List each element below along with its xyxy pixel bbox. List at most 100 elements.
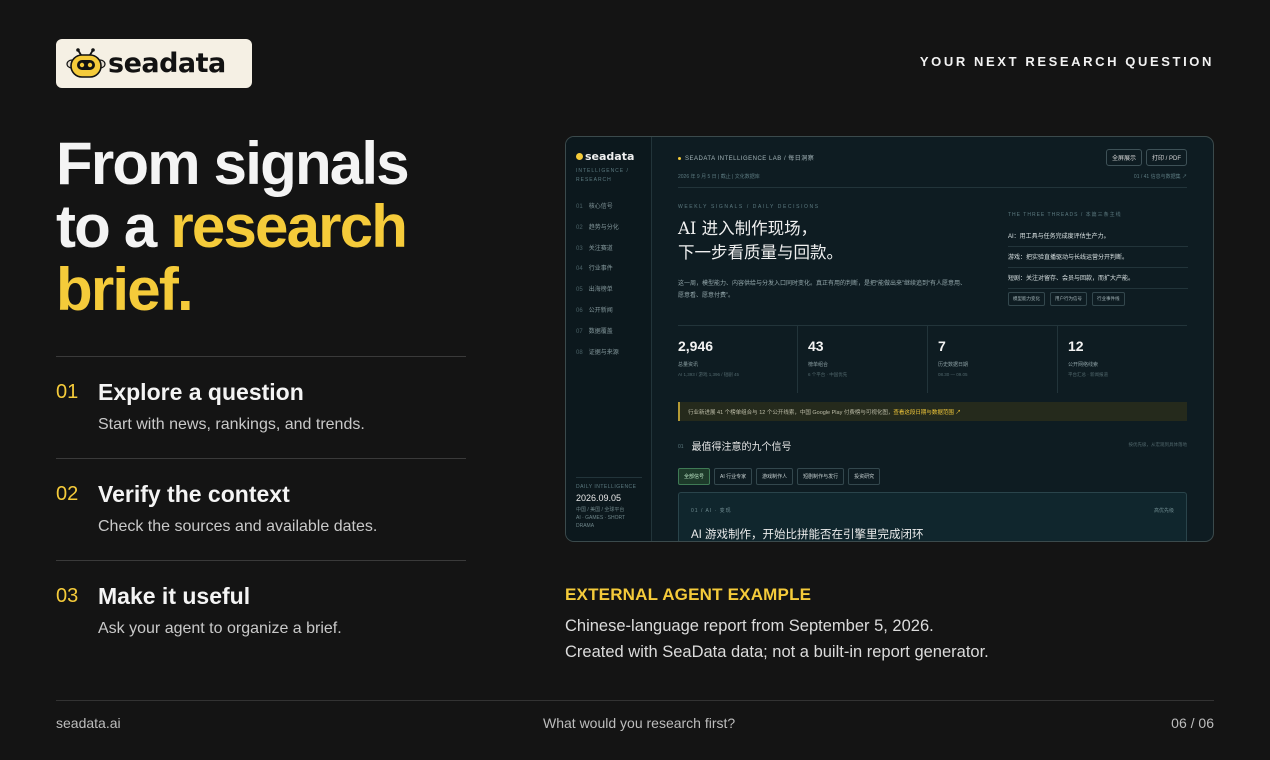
print-pdf-button[interactable]: 打印 / PDF bbox=[1145, 149, 1187, 166]
stat-item: 12 公开网络线索 平台汇总 · 新闻报道 bbox=[1058, 326, 1187, 393]
footer-prompt: What would you research first? bbox=[543, 715, 736, 731]
fullscreen-button[interactable]: 全屏展示 bbox=[1105, 149, 1142, 166]
report-brand-sub: INTELLIGENCE / RESEARCH bbox=[576, 167, 629, 185]
report-brand: seadata bbox=[576, 150, 634, 163]
report-nav-item[interactable]: 02 趋势与分化 bbox=[576, 222, 619, 243]
report-nav-item[interactable]: 01 核心信号 bbox=[576, 201, 619, 222]
report-nav-item[interactable]: 04 行业事件 bbox=[576, 263, 619, 284]
headline-line-2: to a bbox=[56, 193, 171, 260]
page-indicator: 06 / 06 bbox=[1171, 715, 1214, 731]
chip[interactable]: 模型能力变化 bbox=[1008, 292, 1045, 306]
step-description: Start with news, rankings, and trends. bbox=[98, 416, 365, 433]
stat-label: 公开网络线索 bbox=[1068, 362, 1099, 368]
side-foot-meta-3: DRAMA bbox=[576, 523, 595, 529]
tab-game-producer[interactable]: 游戏制作人 bbox=[756, 468, 794, 485]
report-nav-item[interactable]: 05 出海榜单 bbox=[576, 284, 619, 305]
chip[interactable]: 行业事件线 bbox=[1092, 292, 1125, 306]
stat-sub: 6 个平台 · 中国优先 bbox=[808, 372, 848, 377]
report-nav: 01 核心信号 02 趋势与分化 03 关注赛道 04 行业事件 05 出海榜单 06 公开… bbox=[576, 201, 619, 367]
report-brand-sub-2: RESEARCH bbox=[576, 177, 612, 183]
banner-link[interactable]: 查看这段日期与数据范围 ↗ bbox=[893, 410, 961, 416]
side-foot-meta-1: 中国 / 美国 / 全球平台 bbox=[576, 507, 625, 513]
stat-item: 43 榜单组合 6 个平台 · 中国优先 bbox=[798, 326, 928, 393]
nav-label: 趋势与分化 bbox=[588, 224, 619, 231]
step-item: 03 Make it useful Ask your agent to orga… bbox=[56, 560, 466, 662]
side-foot-meta-2: AI · GAMES · SHORT bbox=[576, 515, 626, 521]
report-title-2: 下一步看质量与回款。 bbox=[678, 243, 843, 262]
headline: From signals to a research brief. bbox=[56, 132, 516, 321]
stat-value: 7 bbox=[938, 338, 946, 354]
caption-line-2: Created with SeaData data; not a built-i… bbox=[565, 643, 989, 661]
step-title: Explore a question bbox=[98, 379, 304, 405]
eyebrow-label: YOUR NEXT RESEARCH QUESTION bbox=[919, 54, 1214, 69]
section-note: 按优先级，从宏观到具体落地 bbox=[1128, 442, 1188, 447]
headline-highlight-2: brief. bbox=[56, 256, 194, 323]
report-screenshot: seadata INTELLIGENCE / RESEARCH 01 核心信号 02… bbox=[565, 136, 1214, 542]
step-title: Make it useful bbox=[98, 583, 251, 609]
section-number: 01 bbox=[678, 444, 684, 451]
report-nav-item[interactable]: 08 证据与来源 bbox=[576, 347, 619, 368]
steps-list: 01 Explore a question Start with news, r… bbox=[56, 356, 466, 662]
nav-num: 05 bbox=[576, 287, 583, 294]
chip[interactable]: 用户行为信号 bbox=[1050, 292, 1087, 306]
nav-num: 04 bbox=[576, 266, 583, 273]
report-pages[interactable]: 01 / 41 信息与数据集 ↗ bbox=[1134, 173, 1187, 180]
seadata-logo: seadata bbox=[56, 39, 252, 88]
step-item: 01 Explore a question Start with news, r… bbox=[56, 356, 466, 458]
filter-tabs: 全部信号 AI 行业专家 游戏制作人 短剧制作与发行 投资研究 bbox=[678, 468, 881, 485]
headline-line-1: From signals bbox=[56, 130, 410, 197]
headline-highlight-1: research bbox=[170, 193, 408, 260]
step-title: Verify the context bbox=[98, 481, 290, 507]
side-foot-date: 2026.09.05 bbox=[576, 493, 622, 503]
report-title: AI 进入制作现场， 下一步看质量与回款。 bbox=[678, 217, 843, 265]
tab-all-signals[interactable]: 全部信号 bbox=[678, 468, 711, 485]
nav-num: 07 bbox=[576, 328, 583, 335]
report-sidebar: seadata INTELLIGENCE / RESEARCH 01 核心信号 02… bbox=[566, 137, 652, 541]
side-foot-meta: 中国 / 美国 / 全球平台 AI · GAMES · SHORT DRAMA bbox=[576, 506, 642, 530]
tab-ai-expert[interactable]: AI 行业专家 bbox=[714, 468, 753, 485]
thread-item: 游戏：把实验直播驱动与长线运营分开判断。 bbox=[1008, 247, 1188, 268]
tab-investment[interactable]: 投资研究 bbox=[848, 468, 881, 485]
bee-dot-icon bbox=[576, 153, 583, 160]
report-brand-sub-1: INTELLIGENCE / bbox=[576, 168, 629, 174]
nav-num: 02 bbox=[576, 224, 583, 231]
step-number: 01 bbox=[56, 381, 79, 403]
nav-label: 出海榜单 bbox=[588, 287, 613, 294]
stat-label: 历史数据日期 bbox=[938, 362, 969, 368]
report-banner: 行业新进展 41 个榜单组合与 12 个公开线索，中国 Google Play … bbox=[678, 402, 1187, 421]
bee-icon bbox=[66, 47, 106, 80]
nav-label: 核心信号 bbox=[588, 204, 613, 210]
threads-kicker: THE THREE THREADS / 本篇三条主线 bbox=[1008, 212, 1122, 218]
stat-item: 2,946 总量资讯 AI 1,393 / 游戏 1,396 / 短剧 45 bbox=[678, 326, 798, 393]
report-nav-item[interactable]: 07 数据覆盖 bbox=[576, 326, 619, 347]
report-buttons: 全屏展示 打印 / PDF bbox=[1105, 149, 1187, 166]
nav-label: 关注赛道 bbox=[588, 245, 613, 252]
stat-sub: 08.30 — 09.05 bbox=[938, 372, 968, 377]
report-topline-text: SEADATA INTELLIGENCE LAB / 每日洞察 bbox=[685, 156, 815, 162]
stat-label: 总量资讯 bbox=[678, 362, 699, 368]
step-number: 03 bbox=[56, 585, 79, 607]
nav-label: 行业事件 bbox=[588, 266, 613, 273]
nav-num: 03 bbox=[576, 245, 583, 252]
nav-label: 数据覆盖 bbox=[588, 328, 613, 335]
tab-short-drama[interactable]: 短剧制作与发行 bbox=[797, 468, 845, 485]
section-heading: 01 最值得注意的九个信号 bbox=[678, 438, 792, 453]
signal-card[interactable]: 01 / AI · 变现 高优先级 AI 游戏制作，开始比拼能否在引擎里完成闭环 bbox=[678, 492, 1187, 541]
step-description: Check the sources and available dates. bbox=[98, 518, 378, 535]
report-nav-item[interactable]: 03 关注赛道 bbox=[576, 243, 619, 264]
dot-icon bbox=[678, 156, 681, 160]
section-title: 最值得注意的九个信号 bbox=[691, 442, 792, 453]
thread-item: AI：用工具与任务完成度评估生产力。 bbox=[1008, 226, 1188, 247]
report-lede: 这一周，模型能力、内容供给与分发入口同时变化。真正有用的判断，是把“能做出来”继… bbox=[678, 281, 966, 299]
thread-item: 短剧：关注对留存、会员与回款，而扩大产能。 bbox=[1008, 268, 1188, 289]
card-title: AI 游戏制作，开始比拼能否在引擎里完成闭环 bbox=[691, 529, 924, 541]
caption-line-1: Chinese-language report from September 5… bbox=[565, 617, 934, 635]
divider bbox=[678, 187, 1187, 188]
report-nav-item[interactable]: 06 公开新闻 bbox=[576, 305, 619, 326]
nav-label: 证据与来源 bbox=[588, 349, 619, 356]
nav-num: 06 bbox=[576, 307, 583, 314]
footer-url[interactable]: seadata.ai bbox=[56, 715, 121, 731]
stat-label: 榜单组合 bbox=[808, 362, 829, 368]
report-brand-label: seadata bbox=[585, 150, 635, 163]
logo-wordmark: seadata bbox=[108, 48, 226, 79]
